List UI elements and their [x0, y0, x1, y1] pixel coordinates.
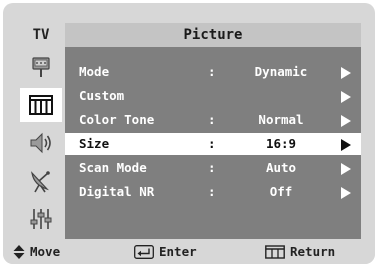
footer-return-label: Return	[290, 244, 336, 259]
menu-item-scan-mode[interactable]: Scan Mode : Auto	[65, 157, 361, 179]
right-arrow-icon	[341, 115, 351, 127]
menu-item-color-tone[interactable]: Color Tone : Normal	[65, 109, 361, 131]
menu-item-digital-nr[interactable]: Digital NR : Off	[65, 181, 361, 203]
menu-category-column	[17, 47, 65, 239]
right-arrow-icon	[341, 139, 351, 151]
menu-item-label: Size	[79, 136, 110, 151]
picture-icon[interactable]	[20, 88, 62, 122]
input-icon[interactable]	[20, 51, 62, 85]
menu-item-label: Color Tone	[79, 112, 155, 127]
footer-move-hint: Move	[13, 239, 60, 264]
menu-item-value: 16:9	[265, 136, 297, 151]
menu-title: Picture	[65, 23, 361, 47]
menu-item-value: Dynamic	[254, 64, 308, 79]
menu-item-custom[interactable]: Custom	[65, 85, 361, 107]
footer-move-label: Move	[30, 244, 61, 259]
right-arrow-icon	[341, 163, 351, 175]
right-arrow-icon	[341, 67, 351, 79]
footer-enter-label: Enter	[159, 244, 197, 259]
footer-hint-bar: Move Enter Return	[3, 239, 375, 264]
right-arrow-icon	[341, 91, 351, 103]
menu-item-separator: :	[208, 136, 216, 151]
menu-item-value: Off	[269, 184, 293, 199]
up-down-arrow-icon	[13, 244, 25, 259]
channel-icon[interactable]	[20, 164, 62, 198]
enter-icon	[134, 244, 154, 259]
menu-item-value: Auto	[265, 160, 297, 175]
tv-osd-menu: TV Picture Mode: Dynamic Custom Color T…	[3, 3, 375, 264]
setup-icon[interactable]	[20, 202, 62, 236]
footer-enter-hint: Enter	[134, 239, 197, 264]
right-arrow-icon	[341, 187, 351, 199]
menu-item-value: Normal	[258, 112, 304, 127]
menu-item-label: Mode	[79, 64, 110, 79]
footer-return-hint: Return	[265, 239, 335, 264]
menu-item-separator: :	[208, 160, 216, 175]
menu-item-separator: :	[208, 184, 216, 199]
menu-item-label: Scan Mode	[79, 160, 147, 175]
menu-item-separator: :	[208, 112, 216, 127]
menu-item-size[interactable]: Size : 16:9	[65, 133, 361, 155]
source-label: TV	[32, 27, 50, 43]
menu-item-label: Custom	[79, 88, 125, 103]
menu-item-label: Digital NR	[79, 184, 155, 199]
picture-menu-panel: Mode : Dynamic Custom Color Tone : Norma…	[65, 47, 361, 239]
menu-item-separator: :	[208, 64, 216, 79]
sound-icon[interactable]	[20, 126, 62, 160]
menu-return-icon	[265, 244, 285, 259]
menu-item-mode[interactable]: Mode : Dynamic	[65, 61, 361, 83]
